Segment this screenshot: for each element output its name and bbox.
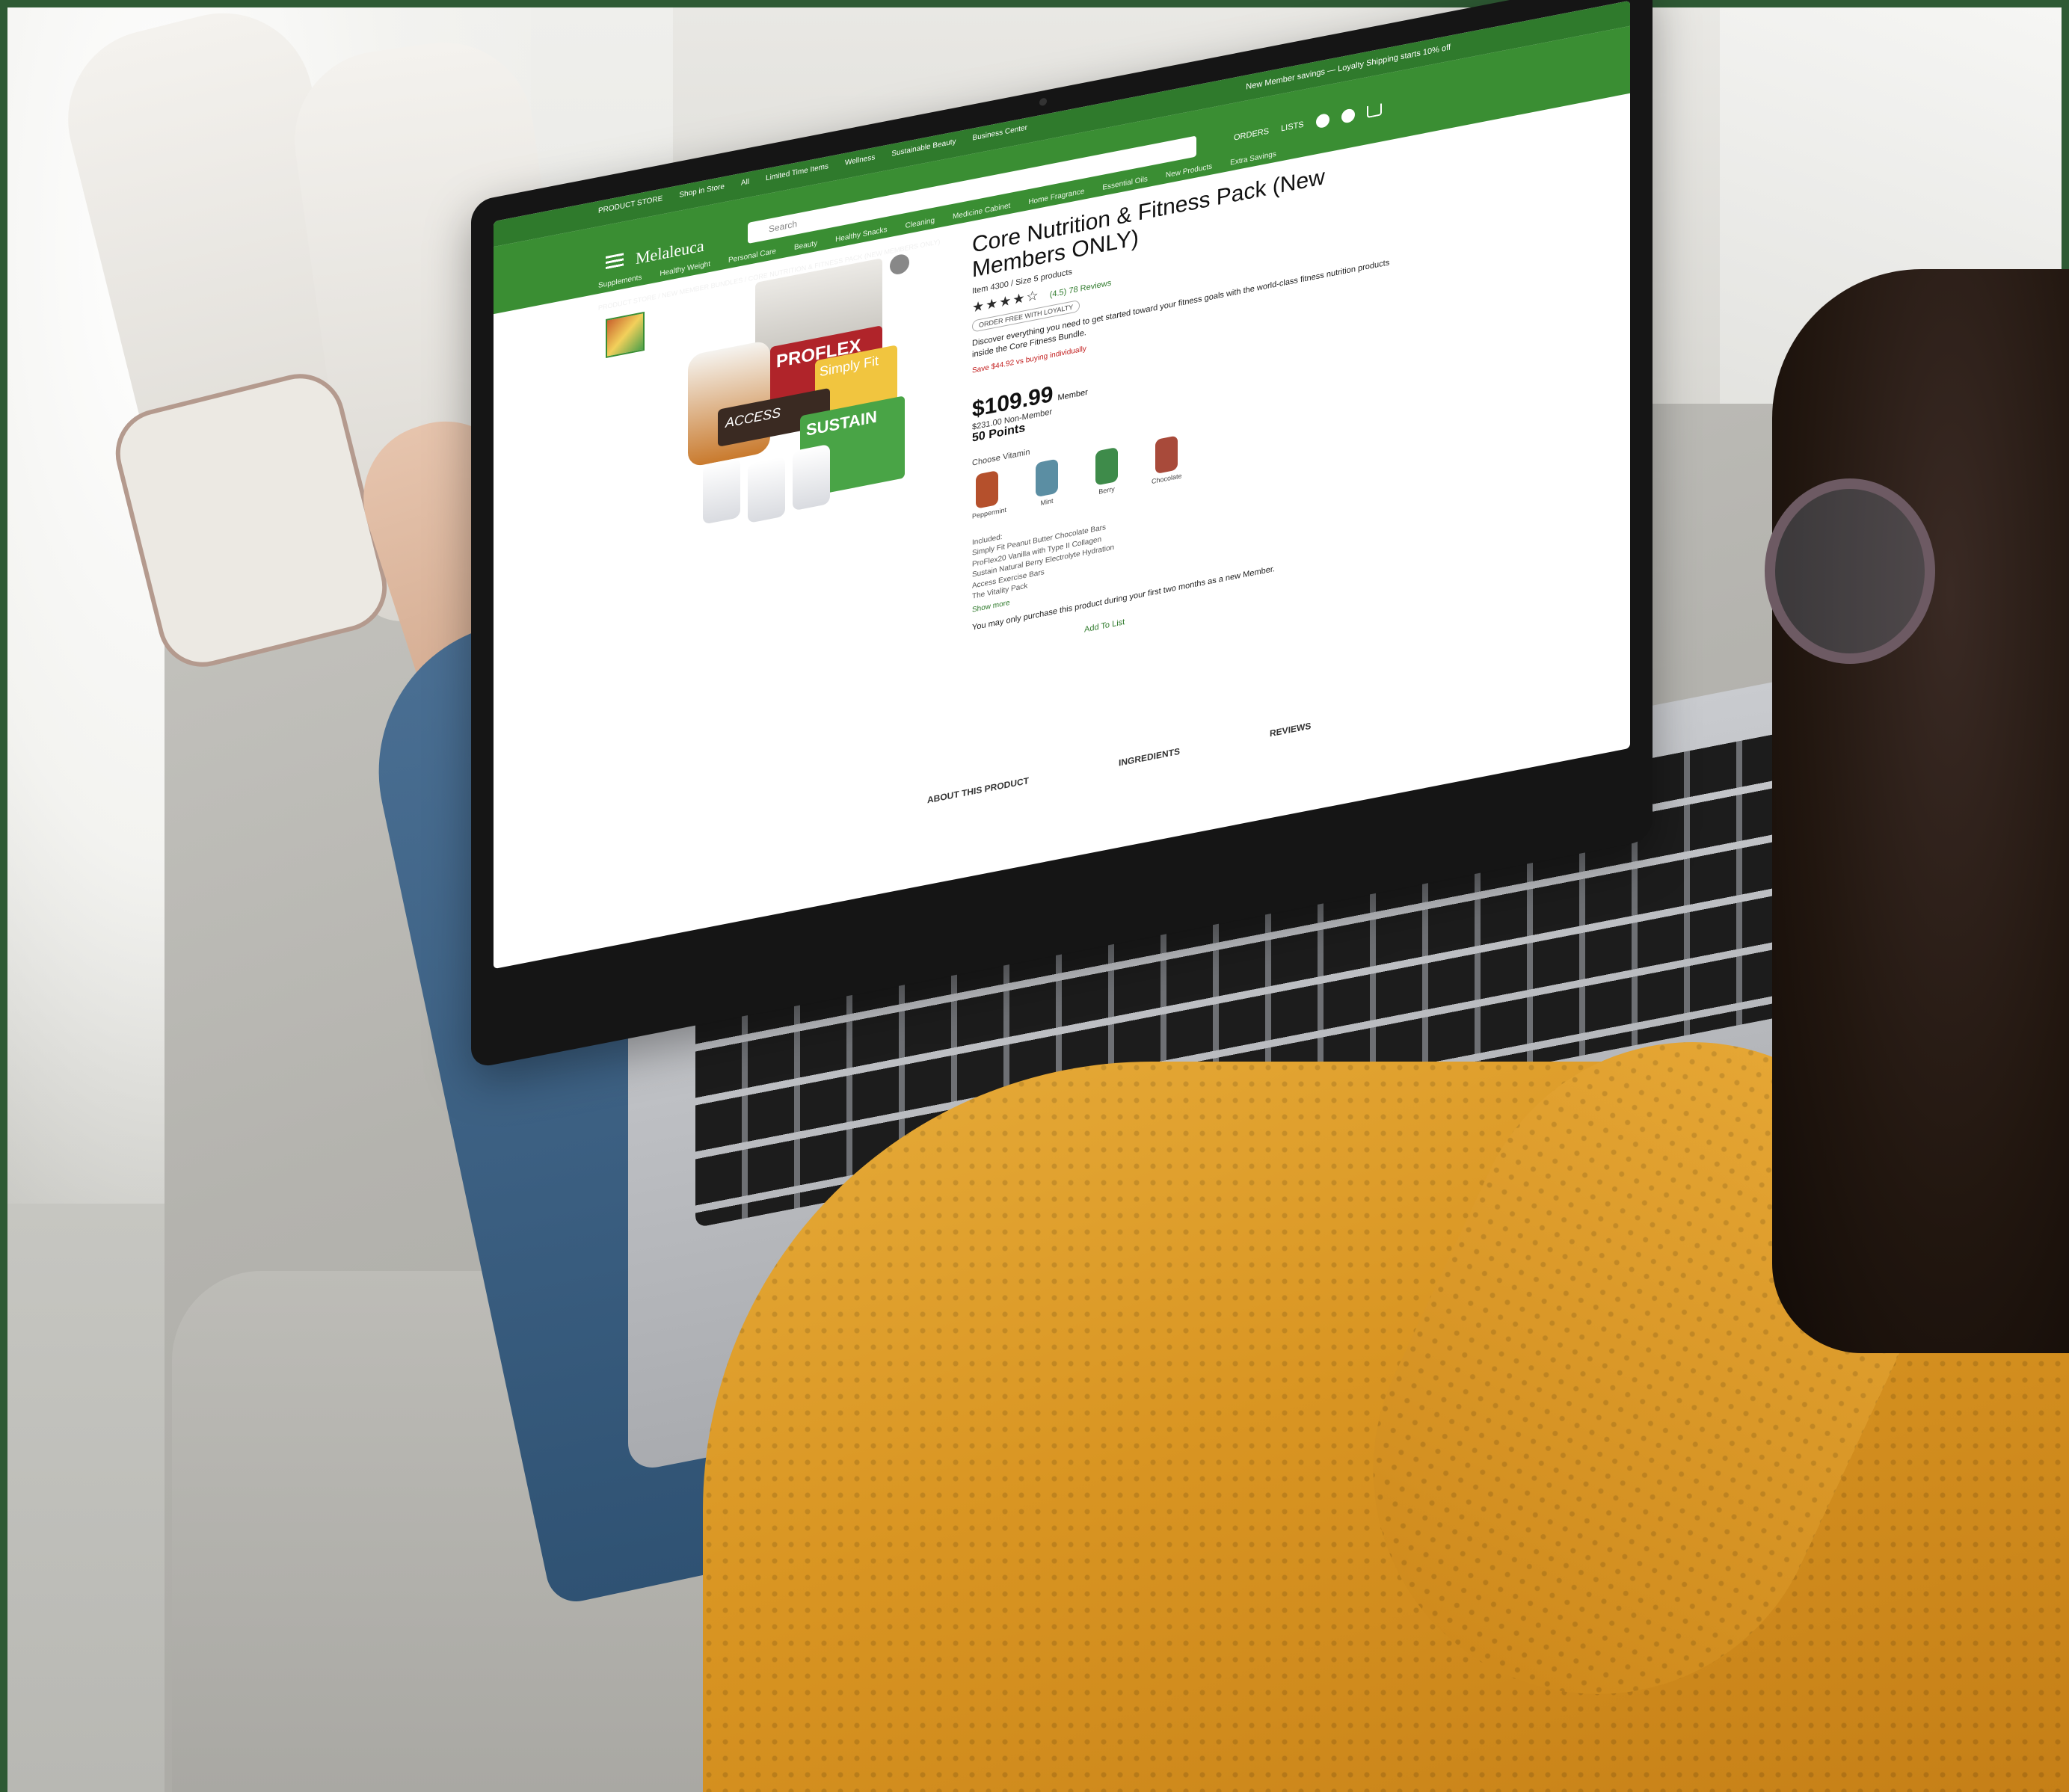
hamburger-menu-icon[interactable] — [606, 253, 624, 271]
nav-link[interactable]: Wellness — [845, 153, 875, 167]
category-link[interactable]: Healthy Weight — [660, 260, 710, 278]
flavor-label: Peppermint — [972, 505, 1007, 520]
bottle-icon — [976, 469, 998, 509]
product-tabs: ABOUT THIS PRODUCT INGREDIENTS REVIEWS — [927, 721, 1311, 806]
category-link[interactable]: Beauty — [794, 239, 817, 252]
tab-about[interactable]: ABOUT THIS PRODUCT — [927, 775, 1029, 805]
flavor-option[interactable]: Peppermint — [972, 469, 1006, 520]
flavor-option[interactable]: Berry — [1092, 446, 1122, 497]
tab-ingredients[interactable]: INGREDIENTS — [1119, 746, 1180, 769]
category-link[interactable]: New Products — [1166, 162, 1212, 179]
category-link[interactable]: Healthy Snacks — [835, 226, 887, 244]
hair — [1772, 269, 2069, 1353]
nav-link[interactable]: Limited Time Items — [766, 162, 828, 182]
nav-link[interactable]: Shop in Store — [679, 182, 725, 200]
lists-menu[interactable]: LISTS — [1281, 120, 1304, 134]
nav-link[interactable]: All — [741, 178, 749, 188]
reviews-link[interactable]: (4.5) 78 Reviews — [1050, 279, 1112, 300]
account-icon[interactable] — [1341, 108, 1355, 124]
category-link[interactable]: Cleaning — [906, 216, 935, 230]
price-label: Member — [1057, 387, 1088, 403]
location-icon[interactable] — [1315, 112, 1329, 129]
nav-link[interactable]: PRODUCT STORE — [598, 194, 662, 215]
vitamin-bottle — [793, 443, 830, 511]
category-link[interactable]: Supplements — [598, 274, 642, 290]
product-info: Core Nutrition & Fitness Pack (New Membe… — [972, 152, 1391, 656]
nav-link[interactable]: Business Center — [973, 123, 1027, 142]
bottle-icon — [1095, 446, 1118, 486]
category-link[interactable]: Extra Savings — [1230, 150, 1276, 167]
cart-icon[interactable] — [1366, 103, 1382, 119]
category-link[interactable]: Essential Oils — [1102, 175, 1148, 192]
header-utilities: ORDERS LISTS — [1234, 102, 1382, 144]
flavor-option[interactable]: Chocolate — [1152, 434, 1182, 485]
tab-reviews[interactable]: REVIEWS — [1270, 721, 1311, 739]
bottle-icon — [1155, 434, 1178, 474]
vitamin-bottle — [703, 458, 740, 525]
flavor-label: Chocolate — [1152, 471, 1182, 485]
orders-menu[interactable]: ORDERS — [1234, 127, 1269, 143]
photo-frame: PRODUCT STORE Shop in Store All Limited … — [0, 0, 2069, 1792]
nav-link[interactable]: Sustainable Beauty — [891, 138, 956, 158]
vitamin-bottle — [748, 456, 785, 524]
product-thumbnail[interactable] — [606, 311, 645, 359]
category-link[interactable]: Personal Care — [728, 247, 776, 265]
bottle-icon — [1036, 458, 1058, 497]
category-link[interactable]: Medicine Cabinet — [953, 202, 1010, 221]
flavor-option[interactable]: Mint — [1032, 458, 1062, 508]
flavor-label: Berry — [1098, 484, 1115, 496]
flavor-label: Mint — [1040, 496, 1054, 507]
product-image[interactable]: PROFLEX Simply Fit ACCESS SUSTAIN — [688, 252, 912, 535]
category-link[interactable]: Home Fragrance — [1028, 188, 1084, 207]
webcam-icon — [1039, 97, 1047, 107]
glasses — [1765, 478, 1935, 664]
